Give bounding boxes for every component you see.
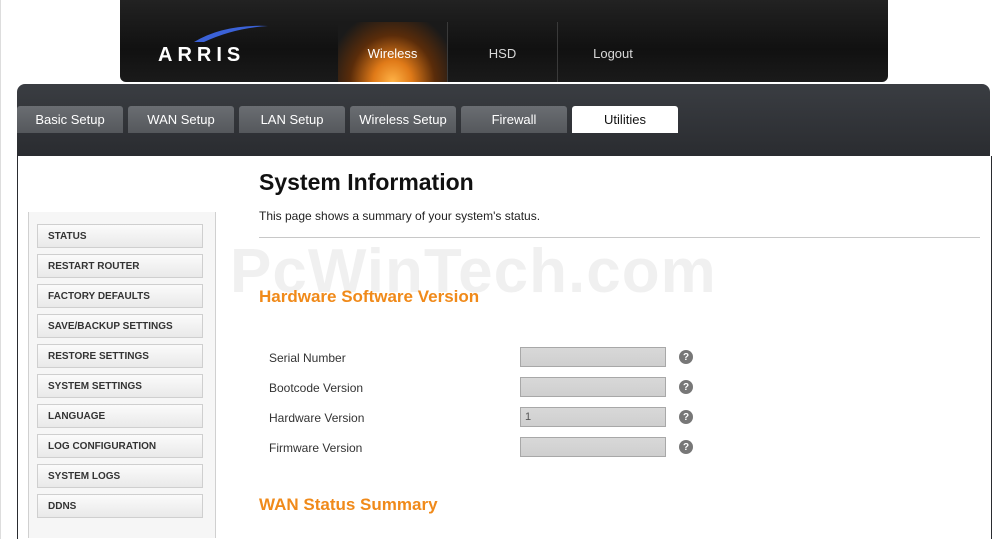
sidebar-item-system-logs[interactable]: SYSTEM LOGS <box>37 464 203 488</box>
serial-number-field <box>520 347 666 367</box>
serial-number-label: Serial Number <box>269 351 346 365</box>
sidebar-item-system-settings[interactable]: SYSTEM SETTINGS <box>37 374 203 398</box>
topnav-hsd[interactable]: HSD <box>448 22 558 82</box>
tab-basic-setup[interactable]: Basic Setup <box>17 106 123 133</box>
hardware-version-help-icon[interactable]: ? <box>679 410 693 424</box>
firmware-version-field <box>520 437 666 457</box>
top-nav: Wireless HSD Logout <box>338 22 668 82</box>
page-edge <box>0 0 1 539</box>
page-title: System Information <box>259 169 474 195</box>
tab-wan-setup[interactable]: WAN Setup <box>128 106 234 133</box>
serial-number-help-icon[interactable]: ? <box>679 350 693 364</box>
top-header: ARRIS Wireless HSD Logout <box>120 0 888 82</box>
section-hardware-software-version: Hardware Software Version <box>259 287 480 306</box>
topnav-wireless[interactable]: Wireless <box>338 22 448 82</box>
tab-band: Basic Setup WAN Setup LAN Setup Wireless… <box>17 84 990 156</box>
sidebar-item-restore-settings[interactable]: RESTORE SETTINGS <box>37 344 203 368</box>
arris-swoosh-icon <box>194 25 268 42</box>
sidebar-menu: STATUS RESTART ROUTER FACTORY DEFAULTS S… <box>28 212 216 538</box>
main-tabs: Basic Setup WAN Setup LAN Setup Wireless… <box>17 106 678 133</box>
section-wan-status-summary: WAN Status Summary <box>259 495 438 514</box>
bootcode-version-help-icon[interactable]: ? <box>679 380 693 394</box>
arris-logo[interactable]: ARRIS <box>158 22 278 68</box>
sidebar-item-language[interactable]: LANGUAGE <box>37 404 203 428</box>
sidebar-item-ddns[interactable]: DDNS <box>37 494 203 518</box>
sidebar-item-status[interactable]: STATUS <box>37 224 203 248</box>
firmware-version-label: Firmware Version <box>269 441 363 455</box>
tab-firewall[interactable]: Firewall <box>461 106 567 133</box>
bootcode-version-field <box>520 377 666 397</box>
sidebar-item-save-backup-settings[interactable]: SAVE/BACKUP SETTINGS <box>37 314 203 338</box>
sidebar-item-factory-defaults[interactable]: FACTORY DEFAULTS <box>37 284 203 308</box>
page-description: This page shows a summary of your system… <box>259 209 541 223</box>
hardware-version-field: 1 <box>520 407 666 427</box>
hardware-version-label: Hardware Version <box>269 411 365 425</box>
tab-utilities[interactable]: Utilities <box>572 106 678 133</box>
bootcode-version-label: Bootcode Version <box>269 381 364 395</box>
tab-wireless-setup[interactable]: Wireless Setup <box>350 106 456 133</box>
topnav-logout[interactable]: Logout <box>558 22 668 82</box>
sidebar-item-restart-router[interactable]: RESTART ROUTER <box>37 254 203 278</box>
firmware-version-help-icon[interactable]: ? <box>679 440 693 454</box>
brand-name: ARRIS <box>158 44 246 66</box>
sidebar-item-log-configuration[interactable]: LOG CONFIGURATION <box>37 434 203 458</box>
tab-lan-setup[interactable]: LAN Setup <box>239 106 345 133</box>
